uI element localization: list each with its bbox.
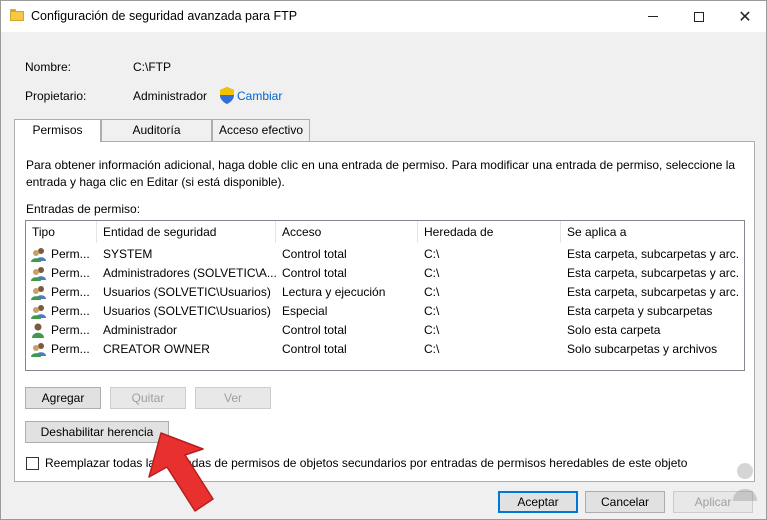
permissions-description: Para obtener información adicional, haga… [26, 158, 736, 189]
maximize-icon [694, 11, 704, 22]
table-row[interactable]: Perm... SYSTEM Control total C:\ Esta ca… [26, 245, 744, 264]
tab-permissions[interactable]: Permisos [14, 119, 101, 142]
cell-type: Perm... [51, 304, 90, 318]
uac-shield-icon [220, 87, 234, 104]
column-header-principal[interactable]: Entidad de seguridad [97, 221, 276, 243]
window-title: Configuración de seguridad avanzada para… [31, 9, 298, 23]
cell-principal: Usuarios (SOLVETIC\Usuarios) [103, 285, 271, 299]
replace-child-permissions-checkbox[interactable] [26, 457, 39, 470]
cell-principal: Administrador [103, 323, 178, 337]
accept-button[interactable]: Aceptar [498, 491, 578, 513]
watermark-logo-icon [733, 463, 757, 501]
advanced-security-dialog: Configuración de seguridad avanzada para… [0, 0, 767, 520]
change-owner-link[interactable]: Cambiar [237, 89, 282, 103]
column-header-applies-to[interactable]: Se aplica a [561, 221, 744, 243]
replace-child-permissions-label[interactable]: Reemplazar todas las entradas de permiso… [45, 456, 687, 470]
cell-type: Perm... [51, 247, 90, 261]
cell-access: Lectura y ejecución [282, 285, 386, 299]
cell-access: Control total [282, 342, 347, 356]
entries-label: Entradas de permiso: [26, 202, 141, 216]
column-header-access[interactable]: Acceso [276, 221, 418, 243]
owner-label: Propietario: [25, 89, 87, 103]
minimize-icon [648, 16, 658, 17]
permissions-panel: Para obtener información adicional, haga… [14, 141, 755, 482]
column-header-type[interactable]: Tipo [26, 221, 97, 243]
cell-type: Perm... [51, 342, 90, 356]
cell-inherited: C:\ [424, 323, 440, 337]
cell-access: Especial [282, 304, 328, 318]
close-icon: ✕ [738, 8, 752, 26]
column-header-inherited[interactable]: Heredada de [418, 221, 561, 243]
cell-principal: Administradores (SOLVETIC\A... [103, 266, 276, 280]
cell-principal: Usuarios (SOLVETIC\Usuarios) [103, 304, 271, 318]
title-bar[interactable]: Configuración de seguridad avanzada para… [1, 1, 766, 32]
table-row[interactable]: Perm... Administradores (SOLVETIC\A... C… [26, 264, 744, 283]
tab-effective-access[interactable]: Acceso efectivo [212, 119, 310, 141]
maximize-button[interactable] [676, 1, 722, 32]
cell-applies-to: Esta carpeta, subcarpetas y arc... [567, 285, 739, 299]
folder-icon [10, 9, 24, 21]
cell-applies-to: Solo esta carpeta [567, 323, 661, 337]
cell-applies-to: Solo subcarpetas y archivos [567, 342, 718, 356]
cell-type: Perm... [51, 285, 90, 299]
cell-principal: CREATOR OWNER [103, 342, 210, 356]
table-row[interactable]: Perm... Usuarios (SOLVETIC\Usuarios) Esp… [26, 302, 744, 321]
cell-access: Control total [282, 323, 347, 337]
cell-inherited: C:\ [424, 304, 440, 318]
cell-inherited: C:\ [424, 285, 440, 299]
name-value: C:\FTP [133, 60, 171, 74]
cell-applies-to: Esta carpeta y subcarpetas [567, 304, 713, 318]
cell-access: Control total [282, 266, 347, 280]
cell-applies-to: Esta carpeta, subcarpetas y arc... [567, 266, 739, 280]
cell-inherited: C:\ [424, 247, 440, 261]
dialog-content: Nombre: C:\FTP Propietario: Administrado… [1, 32, 766, 519]
cell-access: Control total [282, 247, 347, 261]
tab-auditing[interactable]: Auditoría [101, 119, 212, 141]
cell-inherited: C:\ [424, 342, 440, 356]
add-button[interactable]: Agregar [25, 387, 101, 409]
cancel-button[interactable]: Cancelar [585, 491, 665, 513]
table-row[interactable]: Perm... CREATOR OWNER Control total C:\ … [26, 340, 744, 359]
table-row[interactable]: Perm... Usuarios (SOLVETIC\Usuarios) Lec… [26, 283, 744, 302]
annotation-arrow-icon [148, 432, 214, 512]
permission-entries-list[interactable]: Tipo Entidad de seguridad Acceso Heredad… [25, 220, 745, 371]
cell-type: Perm... [51, 266, 90, 280]
owner-value: Administrador [133, 89, 208, 103]
cell-inherited: C:\ [424, 266, 440, 280]
cell-principal: SYSTEM [103, 247, 153, 261]
cell-applies-to: Esta carpeta, subcarpetas y arc... [567, 247, 739, 261]
name-label: Nombre: [25, 60, 72, 74]
minimize-button[interactable] [630, 1, 676, 32]
list-header: Tipo Entidad de seguridad Acceso Heredad… [26, 221, 744, 243]
view-button[interactable]: Ver [195, 387, 271, 409]
cell-type: Perm... [51, 323, 90, 337]
close-button[interactable]: ✕ [722, 1, 766, 32]
remove-button[interactable]: Quitar [110, 387, 186, 409]
table-row[interactable]: Perm... Administrador Control total C:\ … [26, 321, 744, 340]
